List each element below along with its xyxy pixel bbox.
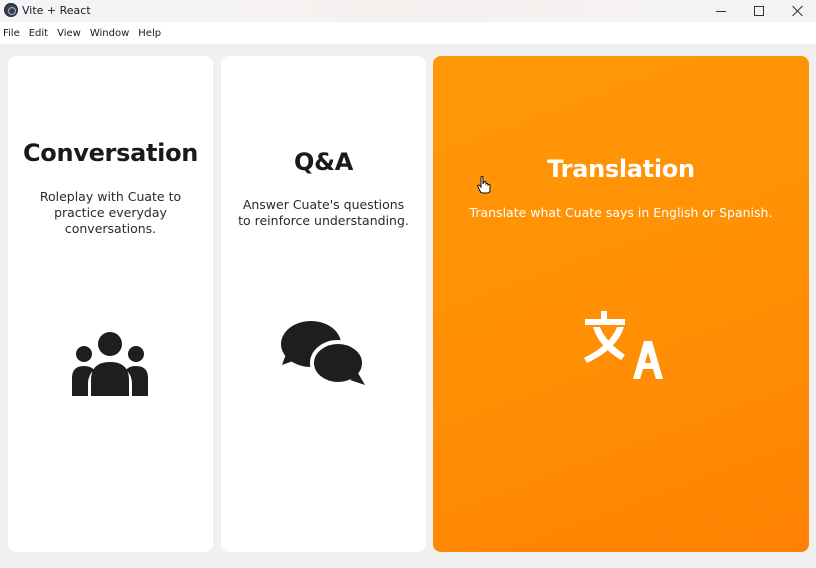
conversation-title: Conversation (22, 139, 199, 167)
conversation-card[interactable]: Conversation Roleplay with Cuate to prac… (8, 56, 213, 552)
minimize-icon (716, 10, 726, 12)
maximize-button[interactable] (740, 0, 778, 22)
menu-view[interactable]: View (56, 28, 86, 39)
title-bar: Vite + React (0, 0, 816, 22)
close-icon (792, 5, 804, 17)
menu-window[interactable]: Window (89, 28, 134, 39)
close-button[interactable] (779, 0, 816, 22)
users-icon (72, 332, 148, 396)
qa-card[interactable]: Q&A Answer Cuate's questions to reinforc… (221, 56, 426, 552)
menu-bar: File Edit View Window Help (0, 22, 816, 44)
maximize-icon (754, 6, 764, 16)
comments-icon (281, 321, 366, 386)
main-content: Conversation Roleplay with Cuate to prac… (0, 44, 816, 568)
vite-app-icon (4, 3, 18, 17)
window-title: Vite + React (22, 4, 91, 17)
hand-cursor-icon (477, 176, 491, 194)
menu-help[interactable]: Help (137, 28, 166, 39)
translation-card[interactable]: Translation Translate what Cuate says in… (433, 56, 809, 552)
menu-edit[interactable]: Edit (28, 28, 53, 39)
conversation-description: Roleplay with Cuate to practice everyday… (39, 189, 182, 236)
qa-description: Answer Cuate's questions to reinforce un… (238, 197, 409, 228)
minimize-button[interactable] (702, 0, 740, 22)
translation-description: Translate what Cuate says in English or … (469, 205, 773, 220)
translate-icon (584, 311, 663, 379)
qa-title: Q&A (293, 148, 353, 176)
menu-file[interactable]: File (2, 28, 25, 39)
